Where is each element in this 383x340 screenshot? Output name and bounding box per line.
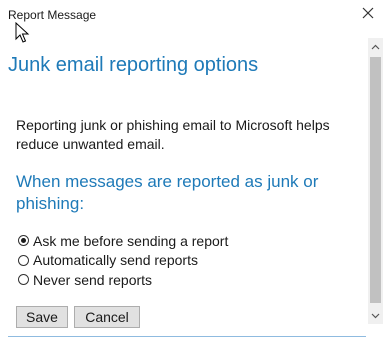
close-icon[interactable] bbox=[361, 6, 375, 20]
radio-label-automatic: Automatically send reports bbox=[33, 252, 198, 269]
window-title: Report Message bbox=[8, 8, 97, 22]
button-row: Save Cancel bbox=[16, 306, 140, 328]
radio-button-selected[interactable] bbox=[18, 235, 29, 247]
window-bottom-border bbox=[8, 336, 366, 337]
vertical-scrollbar[interactable] bbox=[368, 38, 383, 324]
radio-option-ask[interactable]: Ask me before sending a report bbox=[18, 231, 228, 251]
radio-label-never: Never send reports bbox=[33, 271, 153, 288]
mouse-cursor-icon bbox=[15, 21, 31, 44]
radio-option-never[interactable]: Never send reports bbox=[18, 270, 228, 290]
chevron-up-icon[interactable] bbox=[368, 38, 383, 55]
scrollbar-thumb[interactable] bbox=[370, 57, 381, 303]
chevron-down-icon[interactable] bbox=[368, 307, 383, 324]
save-button[interactable]: Save bbox=[16, 306, 68, 328]
page-title: Junk email reporting options bbox=[8, 54, 259, 76]
report-message-dialog: Report Message Junk email reporting opti… bbox=[0, 0, 383, 340]
section-heading: When messages are reported as junk or ph… bbox=[16, 172, 319, 213]
radio-option-automatic[interactable]: Automatically send reports bbox=[18, 251, 228, 271]
radio-label-ask: Ask me before sending a report bbox=[33, 232, 229, 249]
dialog-content: Junk email reporting options Reporting j… bbox=[0, 38, 368, 334]
radio-button[interactable] bbox=[18, 274, 29, 286]
report-options-group: Ask me before sending a report Automatic… bbox=[18, 231, 228, 290]
description-text: Reporting junk or phishing email to Micr… bbox=[16, 117, 330, 152]
radio-button[interactable] bbox=[18, 254, 29, 266]
cancel-button[interactable]: Cancel bbox=[74, 306, 140, 328]
